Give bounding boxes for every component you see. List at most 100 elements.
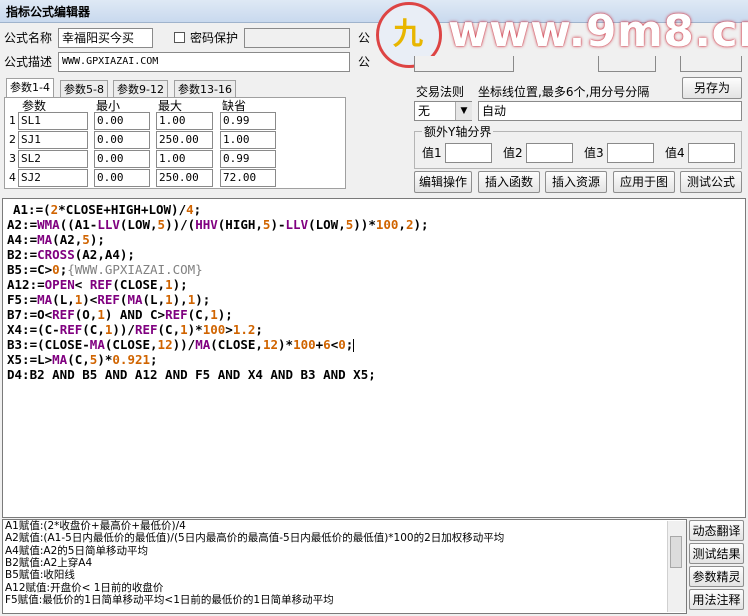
code-token: (CLOSE, (112, 277, 166, 292)
code-token: )< (82, 292, 98, 307)
code-line[interactable]: A4:=MA(A2,5); (7, 232, 105, 247)
code-token: ); (195, 292, 211, 307)
dynamic-translate-button[interactable]: 动态翻译 (689, 520, 744, 541)
param-min-input[interactable]: 0.00 (94, 169, 150, 187)
hidden-field-2 (598, 56, 656, 72)
code-token: (A2, (52, 232, 83, 247)
formula-name-input[interactable]: 幸福阳买今买 (58, 28, 153, 48)
param-name-input[interactable]: SJ2 (18, 169, 88, 187)
param-default-input[interactable]: 0.99 (220, 112, 276, 130)
code-token: (C, (82, 322, 105, 337)
code-token: 100 (202, 322, 226, 337)
code-token: 1 (180, 322, 188, 337)
value1-input[interactable] (445, 143, 492, 163)
param-min-input[interactable]: 0.00 (94, 150, 150, 168)
translation-output: A1赋值:(2*收盘价+最高价+最低价)/4 A2赋值:(A1-5日内最低价的最低… (2, 519, 687, 614)
value3-input[interactable] (607, 143, 654, 163)
param-max-input[interactable]: 1.00 (156, 150, 213, 168)
code-line[interactable]: B3:=(CLOSE-MA(CLOSE,12))/MA(CLOSE,12)*10… (7, 337, 355, 352)
code-token: ); (413, 217, 429, 232)
code-token: (LOW, (119, 217, 158, 232)
param-name-input[interactable]: SJ1 (18, 131, 88, 149)
code-token: ; (193, 202, 202, 217)
code-token: (C, (67, 352, 90, 367)
password-input[interactable] (244, 28, 350, 48)
code-token: )- (270, 217, 286, 232)
code-token: 5 (157, 217, 166, 232)
save-as-button[interactable]: 另存为 (682, 77, 742, 99)
param-min-input[interactable]: 0.00 (94, 131, 150, 149)
param-row-number: 2 (9, 133, 16, 146)
formula-desc-input[interactable]: WWW.GPXIAZAI.COM (58, 52, 350, 72)
code-line[interactable]: A12:=OPEN< REF(CLOSE,1); (7, 277, 188, 292)
insert-resource-button[interactable]: 插入资源 (545, 171, 607, 193)
code-token: B3:=(CLOSE- (7, 337, 90, 352)
code-token: )* (278, 337, 294, 352)
param-max-input[interactable]: 250.00 (156, 131, 213, 149)
tab-params-5-8[interactable]: 参数5-8 (60, 80, 108, 98)
code-token: 1 (210, 307, 218, 322)
code-token: ) AND C> (104, 307, 166, 322)
tab-params-1-4[interactable]: 参数1-4 (6, 78, 54, 98)
test-formula-button[interactable]: 测试公式 (680, 171, 742, 193)
code-token: 0.921 (112, 352, 151, 367)
code-token: 12 (262, 337, 278, 352)
value4-input[interactable] (688, 143, 735, 163)
code-token: )* (97, 352, 113, 367)
param-name-input[interactable]: SL1 (18, 112, 88, 130)
code-token: ((A1- (59, 217, 98, 232)
code-token: (L, (142, 292, 166, 307)
apply-to-chart-button[interactable]: 应用于图 (613, 171, 675, 193)
param-max-input[interactable]: 1.00 (156, 112, 213, 130)
output-scrollbar-thumb[interactable] (670, 536, 682, 568)
value3-label: 值3 (584, 146, 604, 160)
code-token: ))/( (165, 217, 196, 232)
code-line[interactable]: F5:=MA(L,1)<REF(MA(L,1),1); (7, 292, 210, 307)
coord-input[interactable]: 自动 (478, 101, 742, 121)
param-row-number: 4 (9, 171, 16, 184)
code-line[interactable]: A1:=(2*CLOSE+HIGH+LOW)/4; (13, 202, 201, 217)
param-wizard-button[interactable]: 参数精灵 (689, 566, 744, 587)
code-line[interactable]: D4:B2 AND B5 AND A12 AND F5 AND X4 AND B… (7, 367, 376, 382)
code-token: MA (89, 337, 105, 352)
code-token: (L, (52, 292, 75, 307)
code-token: X4:=(C- (7, 322, 60, 337)
code-token: B2:= (7, 247, 38, 262)
test-result-button[interactable]: 测试结果 (689, 543, 744, 564)
insert-function-button[interactable]: 插入函数 (478, 171, 540, 193)
code-line[interactable]: B7:=O<REF(O,1) AND C>REF(C,1); (7, 307, 233, 322)
code-token: 0 (338, 337, 346, 352)
code-token: MA (195, 337, 211, 352)
tab-params-9-12[interactable]: 参数9-12 (113, 80, 168, 98)
code-line[interactable]: B2:=CROSS(A2,A4); (7, 247, 135, 262)
code-token: MA (37, 292, 53, 307)
code-line[interactable]: B5:=C>0;{WWW.GPXIAZAI.COM} (7, 262, 203, 277)
param-default-input[interactable]: 0.99 (220, 150, 276, 168)
chevron-down-icon[interactable]: ▼ (455, 102, 472, 120)
param-max-input[interactable]: 250.00 (156, 169, 213, 187)
edit-ops-button[interactable]: 编辑操作 (414, 171, 472, 193)
code-line[interactable]: X5:=L>MA(C,5)*0.921; (7, 352, 158, 367)
param-name-input[interactable]: SL2 (18, 150, 88, 168)
translation-line: A1赋值:(2*收盘价+最高价+最低价)/4 (5, 520, 186, 532)
code-token: 1 (165, 277, 173, 292)
code-token: (O, (74, 307, 98, 322)
tab-params-13-16[interactable]: 参数13-16 (174, 80, 236, 98)
code-token: 6 (323, 337, 331, 352)
param-default-input[interactable]: 1.00 (220, 131, 276, 149)
code-token: B7:=O< (7, 307, 53, 322)
clipped-label-1: 公 (358, 31, 371, 45)
code-token: MA (37, 232, 53, 247)
code-token: (C, (187, 307, 211, 322)
code-token: 1 (97, 307, 105, 322)
code-line[interactable]: A2:=WMA((A1-LLV(LOW,5))/(HHV(HIGH,5)-LLV… (7, 217, 429, 232)
param-min-input[interactable]: 0.00 (94, 112, 150, 130)
value2-input[interactable] (526, 143, 573, 163)
code-token: OPEN (44, 277, 75, 292)
code-token: CROSS (37, 247, 75, 262)
code-editor[interactable]: A1:=(2*CLOSE+HIGH+LOW)/4; A2:=WMA((A1-LLV… (2, 198, 746, 518)
usage-notes-button[interactable]: 用法注释 (689, 589, 744, 610)
param-default-input[interactable]: 72.00 (220, 169, 276, 187)
code-line[interactable]: X4:=(C-REF(C,1))/REF(C,1)*100>1.2; (7, 322, 263, 337)
password-checkbox[interactable] (174, 32, 185, 43)
